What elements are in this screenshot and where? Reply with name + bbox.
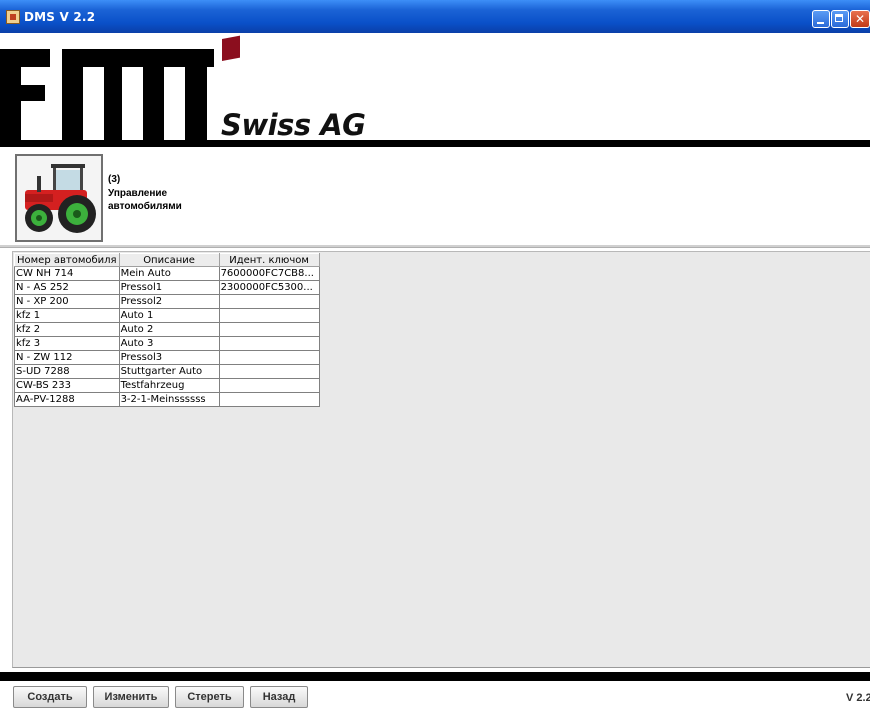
module-count: (3)	[108, 174, 121, 185]
create-button[interactable]: Создать	[13, 686, 87, 708]
plate-cell[interactable]: N - AS 252	[14, 280, 120, 295]
plate-cell[interactable]: N - ZW 112	[14, 350, 120, 365]
table-row[interactable]: CW NH 714 Mein Auto 7600000FC7CB8...	[14, 266, 320, 281]
fmt-logo-icon	[0, 35, 243, 140]
table-row[interactable]: CW-BS 233 Testfahrzeug	[14, 378, 320, 393]
column-header-description[interactable]: Описание	[118, 253, 220, 267]
logo-underline	[0, 140, 870, 147]
tractor-icon	[15, 154, 103, 242]
description-cell[interactable]: Stuttgarter Auto	[118, 364, 220, 379]
plate-cell[interactable]: AA-PV-1288	[14, 392, 120, 407]
delete-button[interactable]: Стереть	[175, 686, 244, 708]
window-titlebar[interactable]: DMS V 2.2 ✕	[0, 0, 870, 33]
description-cell[interactable]: Auto 2	[118, 322, 220, 337]
key-id-cell[interactable]	[218, 364, 320, 379]
key-id-cell[interactable]	[218, 350, 320, 365]
vehicle-table[interactable]: Номер автомобиля Описание Идент. ключом …	[14, 253, 320, 407]
table-row[interactable]: kfz 1 Auto 1	[14, 308, 320, 323]
column-header-plate[interactable]: Номер автомобиля	[14, 253, 120, 267]
description-cell[interactable]: Pressol1	[118, 280, 220, 295]
key-id-cell[interactable]: 7600000FC7CB8...	[218, 266, 320, 281]
close-button[interactable]: ✕	[850, 10, 870, 28]
plate-cell[interactable]: CW-BS 233	[14, 378, 120, 393]
header-divider-highlight	[0, 247, 870, 250]
footer-bar	[0, 672, 870, 681]
plate-cell[interactable]: CW NH 714	[14, 266, 120, 281]
column-header-key-id[interactable]: Идент. ключом	[218, 253, 320, 267]
description-cell[interactable]: Testfahrzeug	[118, 378, 220, 393]
edit-button[interactable]: Изменить	[93, 686, 169, 708]
maximize-button[interactable]	[831, 10, 849, 28]
vehicle-table-panel[interactable]: Номер автомобиля Описание Идент. ключом …	[12, 251, 870, 668]
back-button[interactable]: Назад	[250, 686, 308, 708]
table-row[interactable]: N - XP 200 Pressol2	[14, 294, 320, 309]
java-app-icon	[6, 10, 20, 24]
minimize-button[interactable]	[812, 10, 830, 28]
key-id-cell[interactable]	[218, 336, 320, 351]
description-cell[interactable]: Mein Auto	[118, 266, 220, 281]
company-suffix: Swiss AG	[221, 108, 366, 142]
table-row[interactable]: S-UD 7288 Stuttgarter Auto	[14, 364, 320, 379]
key-id-cell[interactable]: 2300000FC5300...	[218, 280, 320, 295]
plate-cell[interactable]: N - XP 200	[14, 294, 120, 309]
key-id-cell[interactable]	[218, 322, 320, 337]
window-title: DMS V 2.2	[24, 10, 96, 24]
footer: Создать Изменить Стереть Назад V 2.2	[0, 681, 870, 709]
plate-cell[interactable]: kfz 2	[14, 322, 120, 337]
plate-cell[interactable]: kfz 1	[14, 308, 120, 323]
company-logo	[0, 33, 870, 140]
table-row[interactable]: kfz 3 Auto 3	[14, 336, 320, 351]
table-row[interactable]: kfz 2 Auto 2	[14, 322, 320, 337]
key-id-cell[interactable]	[218, 308, 320, 323]
module-header: (3) Управление автомобилями	[0, 147, 870, 245]
description-cell[interactable]: Auto 3	[118, 336, 220, 351]
table-row[interactable]: N - AS 252 Pressol1 2300000FC5300...	[14, 280, 320, 295]
description-cell[interactable]: Auto 1	[118, 308, 220, 323]
description-cell[interactable]: Pressol3	[118, 350, 220, 365]
plate-cell[interactable]: kfz 3	[14, 336, 120, 351]
version-label: V 2.2	[846, 692, 870, 704]
table-row[interactable]: AA-PV-1288 3-2-1-Meinssssss	[14, 392, 320, 407]
table-row[interactable]: N - ZW 112 Pressol3	[14, 350, 320, 365]
description-cell[interactable]: Pressol2	[118, 294, 220, 309]
description-cell[interactable]: 3-2-1-Meinssssss	[118, 392, 220, 407]
key-id-cell[interactable]	[218, 392, 320, 407]
key-id-cell[interactable]	[218, 378, 320, 393]
key-id-cell[interactable]	[218, 294, 320, 309]
plate-cell[interactable]: S-UD 7288	[14, 364, 120, 379]
module-title: Управление автомобилями	[108, 188, 182, 212]
